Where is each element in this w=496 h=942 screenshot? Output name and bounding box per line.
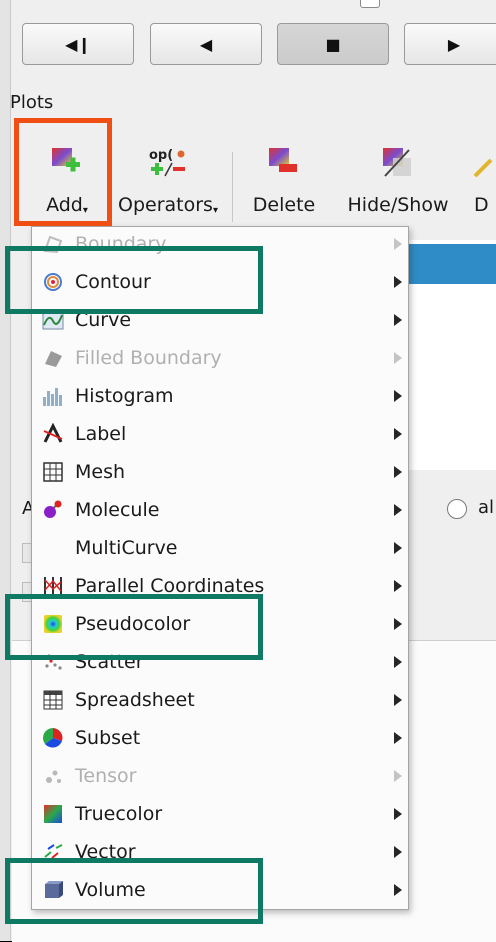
submenu-arrow-icon — [394, 504, 402, 516]
all-radio-button[interactable] — [447, 499, 467, 519]
submenu-arrow-icon — [394, 846, 402, 858]
menu-item-label: Tensor — [75, 765, 137, 787]
menu-item-label: MultiCurve — [75, 537, 178, 559]
molecule-icon — [44, 500, 62, 518]
menu-item-multicurve[interactable]: MultiCurve — [32, 529, 408, 567]
filled-boundary-icon — [45, 351, 62, 367]
step-back-button[interactable]: ◀❙ — [22, 23, 134, 65]
submenu-arrow-icon — [394, 770, 402, 782]
add-plot-menu: Boundary Contour Curve Filled Boundary H… — [31, 226, 409, 910]
submenu-arrow-icon — [394, 352, 402, 364]
menu-item-label[interactable]: Label — [32, 415, 408, 453]
volume-highlight — [5, 858, 263, 924]
stop-button[interactable]: ■ — [277, 23, 389, 65]
operators-label: Operators — [118, 194, 213, 216]
mesh-icon — [43, 462, 63, 482]
menu-item-filled-boundary[interactable]: Filled Boundary — [32, 339, 408, 377]
plots-panel: ◀❙ ◀ ■ ▶ Plots Add▾ op( Operators▾ Delet… — [0, 0, 496, 942]
hide-show-label: Hide/Show — [347, 194, 449, 216]
submenu-arrow-icon — [394, 466, 402, 478]
draw-label: D — [474, 194, 489, 216]
menu-item-molecule[interactable]: Molecule — [32, 491, 408, 529]
menu-item-label: Histogram — [75, 385, 174, 407]
toolbar-separator — [232, 152, 233, 222]
menu-item-histogram[interactable]: Histogram — [32, 377, 408, 415]
tensor-icon — [46, 770, 61, 783]
histogram-icon — [43, 388, 62, 406]
menu-item-subset[interactable]: Subset — [32, 719, 408, 757]
delete-button[interactable]: Delete — [244, 140, 324, 224]
submenu-arrow-icon — [394, 390, 402, 402]
submenu-arrow-icon — [394, 276, 402, 288]
reverse-play-icon: ◀ — [199, 34, 213, 54]
subset-icon — [43, 728, 63, 748]
add-button-highlight — [14, 118, 112, 226]
play-icon: ▶ — [447, 34, 461, 54]
plots-section-title: Plots — [10, 92, 54, 113]
menu-item-label: Subset — [75, 727, 141, 749]
window-edge — [0, 0, 11, 941]
submenu-arrow-icon — [394, 884, 402, 896]
draw-button[interactable]: D — [473, 140, 496, 224]
step-back-icon: ◀❙ — [65, 34, 91, 54]
dropdown-arrow-icon: ▾ — [212, 205, 218, 216]
hide-show-button[interactable]: Hide/Show — [340, 140, 456, 224]
hide-show-icon — [383, 148, 411, 177]
operators-icon-text: op( — [149, 148, 173, 163]
menu-item-label: Molecule — [75, 499, 160, 521]
submenu-arrow-icon — [394, 694, 402, 706]
label-icon — [43, 423, 63, 443]
menu-item-mesh[interactable]: Mesh — [32, 453, 408, 491]
spreadsheet-icon — [43, 690, 63, 710]
submenu-arrow-icon — [394, 238, 402, 250]
pseudocolor-highlight — [5, 594, 263, 660]
truecolor-icon — [44, 805, 62, 823]
submenu-arrow-icon — [394, 314, 402, 326]
menu-item-tensor[interactable]: Tensor — [32, 757, 408, 795]
stop-icon: ■ — [325, 34, 341, 54]
submenu-arrow-icon — [394, 656, 402, 668]
submenu-arrow-icon — [394, 808, 402, 820]
contour-highlight — [5, 246, 263, 314]
reverse-play-button[interactable]: ◀ — [150, 23, 262, 65]
all-radio-label: al — [478, 497, 495, 518]
operators-button[interactable]: op( Operators▾ — [112, 140, 224, 224]
submenu-arrow-icon — [394, 732, 402, 744]
menu-item-spreadsheet[interactable]: Spreadsheet — [32, 681, 408, 719]
draw-icon — [473, 158, 493, 178]
play-button[interactable]: ▶ — [404, 23, 496, 65]
submenu-arrow-icon — [394, 618, 402, 630]
blank-icon — [42, 537, 64, 559]
menu-item-label: Label — [75, 423, 127, 445]
menu-item-label: Spreadsheet — [75, 689, 195, 711]
submenu-arrow-icon — [394, 580, 402, 592]
delete-label: Delete — [252, 194, 316, 216]
menu-item-truecolor[interactable]: Truecolor — [32, 795, 408, 833]
operators-icon: op( — [149, 148, 185, 177]
menu-item-label: Filled Boundary — [75, 347, 222, 369]
submenu-arrow-icon — [394, 542, 402, 554]
submenu-arrow-icon — [394, 428, 402, 440]
top-checkbox[interactable] — [360, 0, 380, 8]
delete-icon — [269, 148, 297, 172]
menu-item-label: Truecolor — [75, 803, 163, 825]
menu-item-label: Mesh — [75, 461, 126, 483]
